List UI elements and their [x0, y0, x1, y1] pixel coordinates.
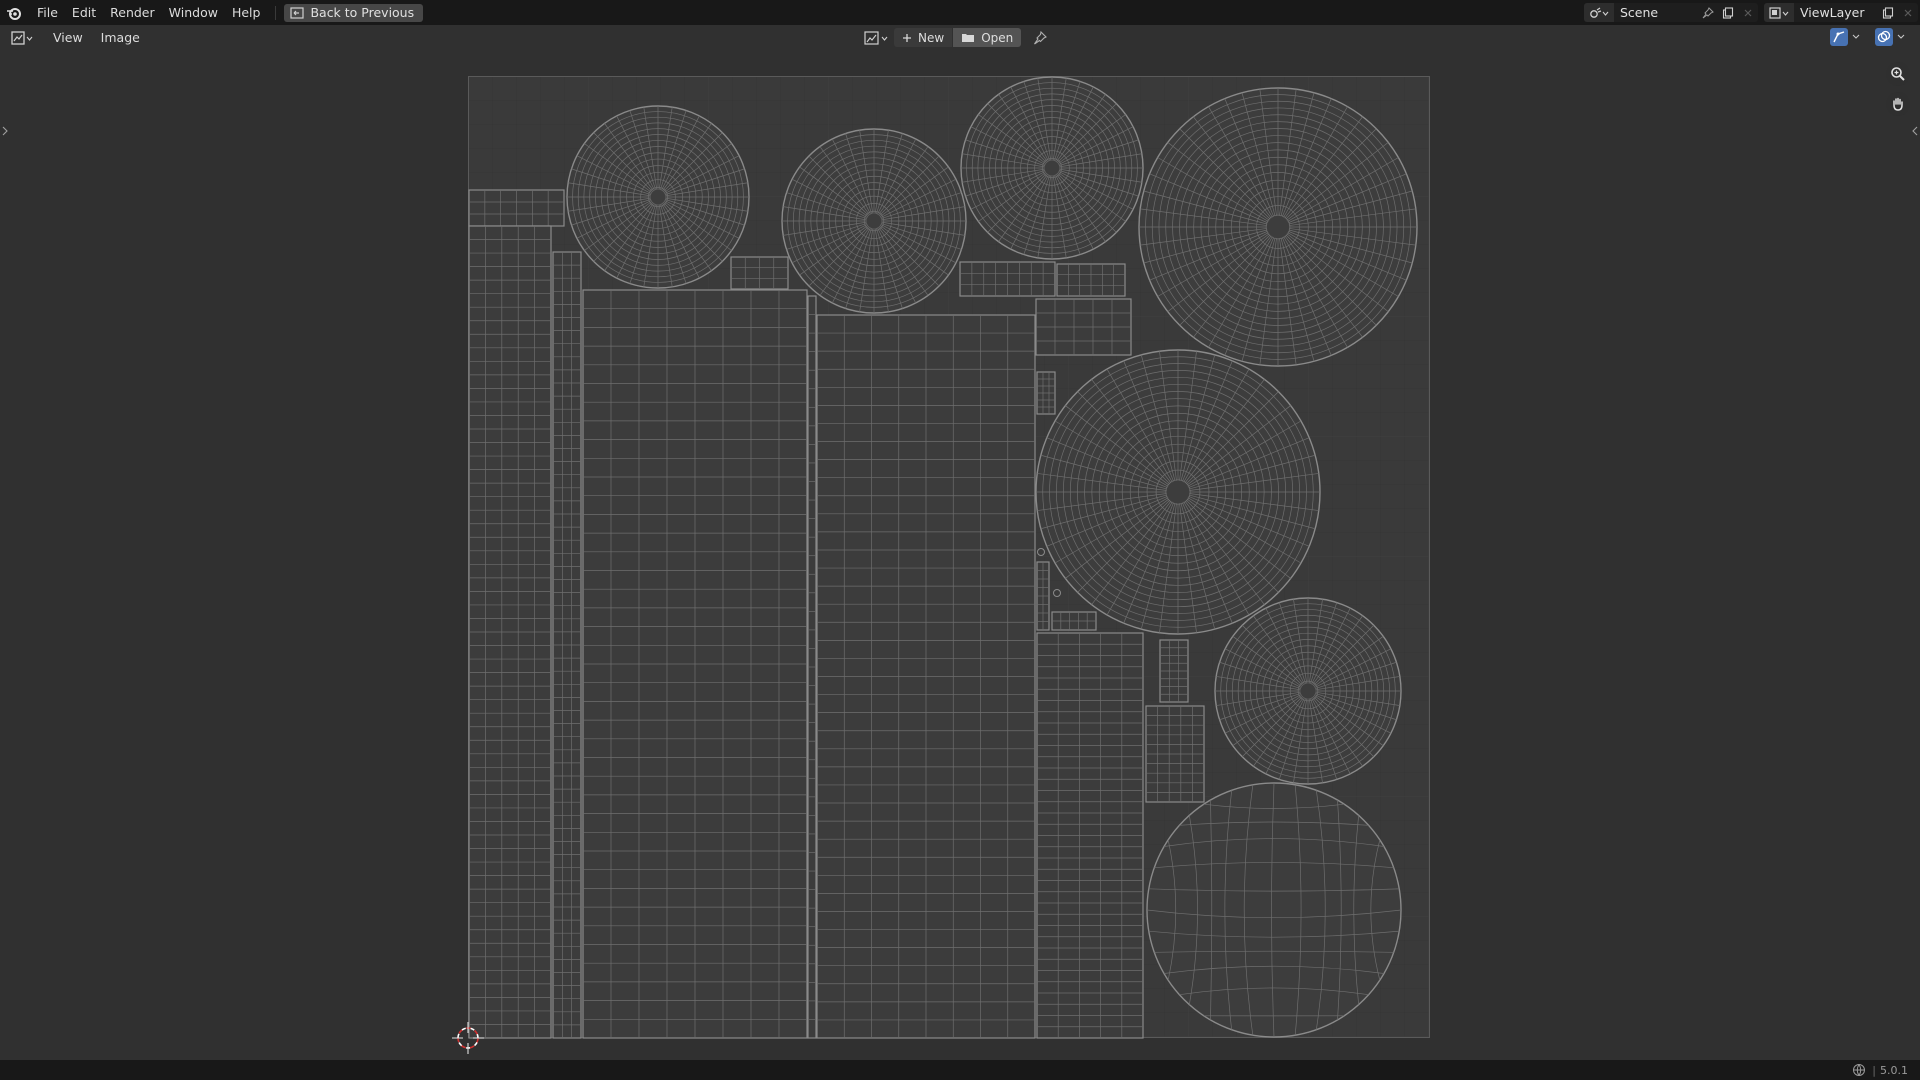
menu-help[interactable]: Help — [225, 0, 268, 25]
uv-island-disc-2 — [781, 128, 967, 314]
navigation-gizmo — [1886, 62, 1910, 116]
hand-icon — [1893, 97, 1903, 111]
scene-browse[interactable] — [1584, 3, 1614, 22]
blender-logo-icon[interactable] — [6, 5, 22, 21]
view-layer-selector[interactable]: ViewLayer — [1764, 3, 1918, 22]
back-icon — [290, 6, 305, 19]
chevron-down-icon — [1897, 34, 1905, 39]
new-label: New — [918, 30, 945, 45]
uv-island-small-6 — [1036, 561, 1050, 631]
status-bar: | 5.0.1 — [0, 1060, 1920, 1080]
uv-island-small-1 — [730, 256, 789, 290]
uv-island-disc-5 — [1035, 349, 1321, 635]
uv-island-disc-1 — [566, 105, 750, 289]
uv-island-small-4 — [1035, 298, 1132, 356]
uv-viewport[interactable] — [0, 50, 1920, 1060]
pin-icon — [1034, 30, 1048, 44]
menu-separator — [275, 5, 277, 20]
overlay-toggle[interactable] — [1875, 28, 1906, 46]
close-icon — [1904, 9, 1912, 16]
scene-icon — [1590, 7, 1609, 18]
uv-island-strip-2 — [552, 251, 582, 1039]
new-view-layer-button[interactable] — [1878, 3, 1898, 22]
menu-window[interactable]: Window — [162, 0, 225, 25]
new-scene-icon — [1722, 6, 1734, 19]
uv-island-disc-4 — [1138, 87, 1418, 367]
uv-sync-toggle[interactable] — [1830, 28, 1861, 46]
zoom-icon — [1891, 67, 1905, 81]
new-image-button[interactable]: New — [894, 28, 953, 47]
open-image-button[interactable]: Open — [953, 28, 1022, 47]
uv-sync-icon — [1833, 31, 1845, 43]
uv-island-panel-1 — [582, 289, 808, 1039]
scene-selector[interactable]: Scene — [1584, 3, 1758, 22]
menu-render[interactable]: Render — [103, 0, 162, 25]
delete-scene-button[interactable] — [1738, 3, 1758, 22]
uv-islands — [468, 76, 1418, 1039]
uv-island-small-2 — [959, 261, 1056, 297]
header-right-tools — [1830, 28, 1906, 46]
back-to-previous-button[interactable]: Back to Previous — [284, 3, 424, 22]
new-scene-button[interactable] — [1718, 3, 1738, 22]
version-label: 5.0.1 — [1880, 1063, 1908, 1077]
uv-island-small-9 — [1145, 705, 1205, 803]
uv-edge — [1146, 782, 1402, 1038]
menu-file[interactable]: File — [30, 0, 65, 25]
open-label: Open — [981, 30, 1014, 45]
new-icon — [903, 33, 911, 42]
toolbar-expand-icon[interactable] — [2, 126, 8, 136]
image-browse-icon — [864, 30, 888, 45]
zoom-button[interactable] — [1886, 62, 1910, 86]
menu-view[interactable]: View — [44, 30, 92, 45]
image-browse[interactable] — [864, 30, 890, 46]
new-scene-icon — [1882, 6, 1894, 19]
uv-island-strip-1 — [468, 225, 552, 1039]
image-pin-button[interactable] — [1033, 30, 1048, 45]
editor-type-selector[interactable] — [10, 30, 34, 45]
menu-image[interactable]: Image — [92, 30, 149, 45]
uv-island-small-7 — [1051, 611, 1097, 631]
view-layer-browse[interactable] — [1764, 3, 1794, 22]
scene-name[interactable]: Scene — [1614, 5, 1698, 20]
uv-island-seam-1 — [807, 295, 817, 1039]
uv-island-panel-2 — [816, 314, 1036, 1039]
world-icon — [1853, 1064, 1866, 1076]
uv-island-cap-strip — [468, 189, 565, 227]
close-icon — [1744, 9, 1752, 16]
open-folder-icon — [962, 34, 975, 42]
back-to-previous-label: Back to Previous — [310, 5, 415, 20]
scene-pin[interactable] — [1698, 3, 1718, 22]
overlay-icon — [1877, 30, 1891, 43]
pan-button[interactable] — [1886, 92, 1910, 116]
view-layer-name[interactable]: ViewLayer — [1794, 5, 1878, 20]
image-editor-icon — [11, 30, 33, 45]
delete-view-layer-button[interactable] — [1898, 3, 1918, 22]
uv-island-small-5 — [1036, 371, 1056, 415]
status-divider: | — [1872, 1063, 1876, 1077]
chevron-down-icon — [1852, 34, 1860, 39]
image-editor-header: View Image New Open — [0, 25, 1920, 50]
topbar-right: Scene ViewLayer — [1584, 0, 1920, 25]
image-datablock: New Open — [864, 28, 1048, 47]
uv-island-disc-3 — [960, 76, 1144, 260]
uv-island-small-8 — [1159, 639, 1189, 703]
uv-island-small-3 — [1056, 263, 1126, 297]
uv-canvas[interactable] — [0, 50, 1920, 1060]
view-layer-icon — [1769, 6, 1789, 19]
pin-icon — [1702, 6, 1714, 18]
menu-edit[interactable]: Edit — [65, 0, 103, 25]
uv-island-panel-3 — [1036, 632, 1144, 1039]
uv-island-disc-6 — [1214, 597, 1402, 785]
uv-island-disc-7 — [1146, 782, 1402, 1038]
sidebar-expand-icon[interactable] — [1912, 126, 1918, 136]
topbar: File Edit Render Window Help Back to Pre… — [0, 0, 1920, 25]
